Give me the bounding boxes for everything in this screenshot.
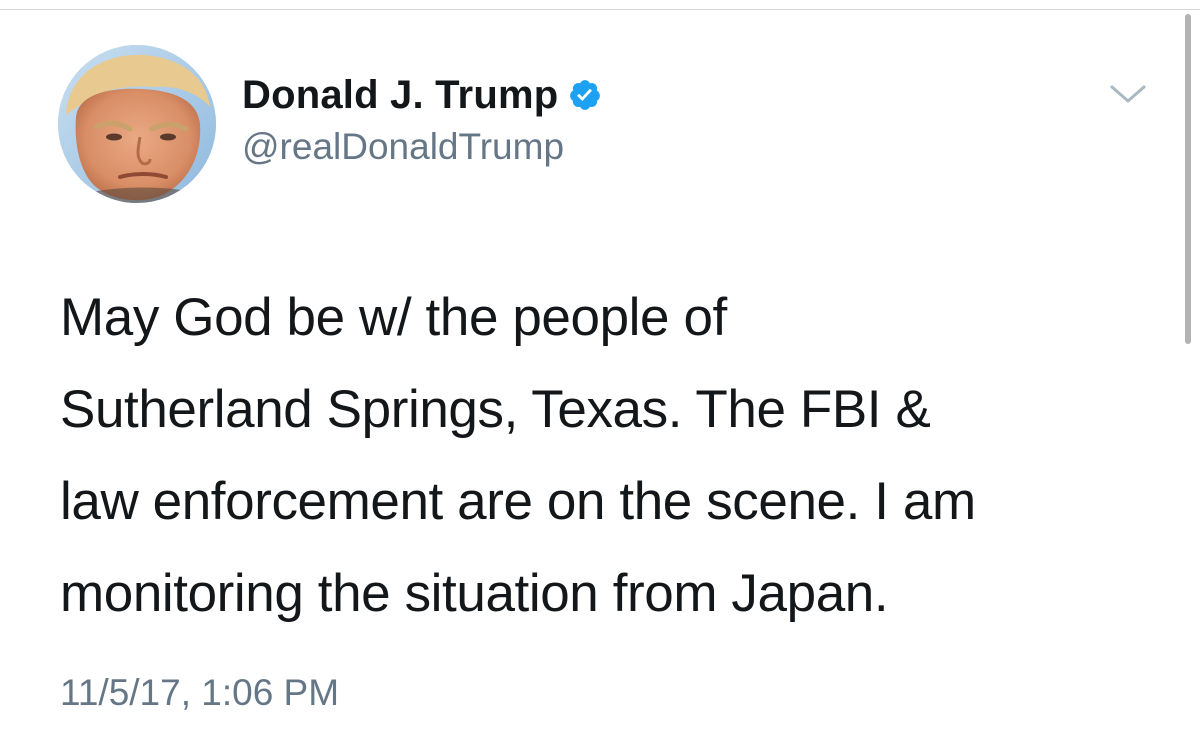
tweet-text: May God be w/ the people of Sutherland S… bbox=[60, 272, 1150, 640]
tweet-text-line: monitoring the situation from Japan. bbox=[60, 564, 889, 623]
verified-badge-icon bbox=[568, 78, 602, 112]
tweet-text-line: Sutherland Springs, Texas. The FBI & bbox=[60, 380, 931, 439]
tweet-header: Donald J. Trump @realDonaldTrump bbox=[242, 70, 602, 168]
name-row: Donald J. Trump bbox=[242, 70, 602, 120]
tweet-text-line: law enforcement are on the scene. I am bbox=[60, 472, 976, 531]
scrollbar[interactable] bbox=[1185, 14, 1191, 344]
user-handle[interactable]: @realDonaldTrump bbox=[242, 126, 602, 168]
tweet-text-line: May God be w/ the people of bbox=[60, 288, 727, 347]
display-name[interactable]: Donald J. Trump bbox=[242, 73, 558, 118]
chevron-down-icon[interactable] bbox=[1108, 82, 1148, 106]
top-divider bbox=[0, 0, 1200, 10]
avatar[interactable] bbox=[58, 45, 216, 203]
tweet-timestamp[interactable]: 11/5/17, 1:06 PM bbox=[60, 672, 339, 714]
profile-photo-icon bbox=[58, 45, 216, 203]
